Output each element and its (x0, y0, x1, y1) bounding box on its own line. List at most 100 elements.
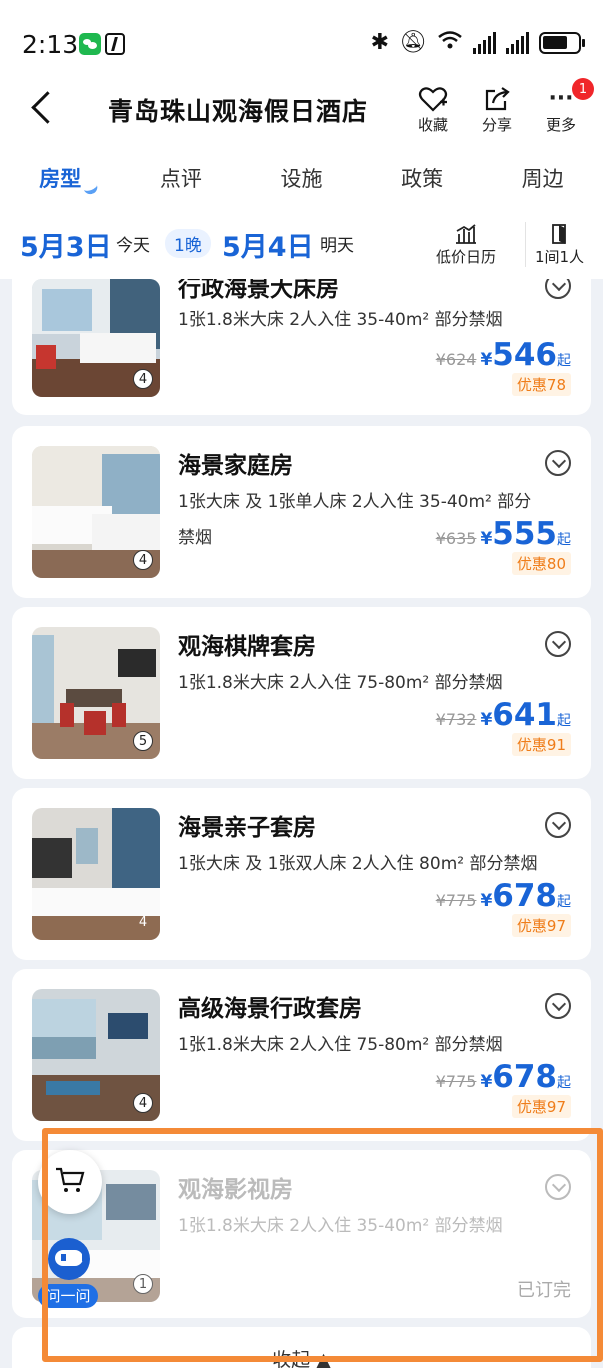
price-unit: 起 (557, 713, 571, 729)
price-unit: 起 (557, 353, 571, 369)
room-thumbnail[interactable]: 4 (32, 808, 160, 940)
signal-icon-2 (506, 31, 529, 54)
currency: ¥ (480, 350, 493, 370)
price-row: ¥775 ¥ 678 起 (436, 1059, 571, 1095)
price: 555 (492, 516, 557, 552)
header: 青岛珠山观海假日酒店 收藏 分享 ··· 更多 1 (0, 70, 603, 145)
room-card[interactable]: 4 行政海景大床房 1张1.8米大床 2人入住 35-40m² 部分禁烟 ¥62… (12, 279, 591, 415)
checkin-date: 5月3日 (20, 232, 112, 263)
calendar-chart-icon (428, 222, 504, 246)
share-icon (470, 84, 524, 114)
room-thumbnail[interactable]: 5 (32, 627, 160, 759)
price-unit: 起 (557, 894, 571, 910)
nfc-icon (105, 33, 125, 55)
tab-nearby[interactable]: 周边 (482, 145, 603, 207)
price-row: ¥732 ¥ 641 起 (436, 697, 571, 733)
discount-tag: 优惠78 (511, 373, 571, 396)
nights-badge: 1晚 (165, 229, 211, 258)
checkin-day: 今天 (116, 236, 150, 256)
room-card[interactable]: 5 观海棋牌套房 1张1.8米大床 2人入住 75-80m² 部分禁烟 ¥732… (12, 607, 591, 779)
photo-count: 4 (133, 369, 153, 389)
tab-room-types[interactable]: 房型 (0, 145, 121, 207)
room-info: 1张1.8米大床 2人入住 75-80m² 部分禁烟 (178, 673, 503, 693)
checkout-date: 5月4日 (222, 232, 314, 263)
price: 641 (492, 697, 557, 733)
expand-chevron-icon[interactable] (545, 631, 571, 657)
bluetooth-icon: ✱ (370, 29, 390, 55)
tab-policies[interactable]: 政策 (362, 145, 483, 207)
more-label: 更多 (545, 116, 576, 134)
expand-chevron-icon[interactable] (545, 812, 571, 838)
expand-chevron-icon[interactable] (545, 993, 571, 1019)
room-thumbnail[interactable]: 4 (32, 989, 160, 1121)
tab-reviews[interactable]: 点评 (121, 145, 242, 207)
price: 546 (492, 337, 557, 373)
original-price: ¥775 (435, 891, 477, 910)
door-icon (526, 222, 593, 246)
room-thumbnail[interactable]: 4 (32, 446, 160, 578)
price: 678 (492, 1059, 557, 1095)
room-info: 1张1.8米大床 2人入住 75-80m² 部分禁烟 (178, 1035, 503, 1055)
checkout-day: 明天 (320, 236, 354, 256)
photo-count: 4 (133, 550, 153, 570)
room-info: 1张大床 及 1张双人床 2人入住 80m² 部分禁烟 (178, 854, 538, 874)
low-price-calendar-button[interactable]: 低价日历 (428, 222, 504, 267)
currency: ¥ (480, 710, 493, 730)
hotel-title: 青岛珠山观海假日酒店 (108, 97, 369, 126)
price-row: ¥635 ¥ 555 起 (436, 516, 571, 552)
calendar-label: 低价日历 (435, 248, 496, 266)
status-time: 2:13 (22, 30, 79, 59)
discount-tag: 优惠97 (511, 1095, 571, 1118)
signal-icon (473, 31, 496, 54)
room-name: 高级海景行政套房 (178, 996, 362, 1022)
expand-chevron-icon[interactable] (545, 279, 571, 299)
rooms-guests-label: 1间1人 (534, 248, 585, 266)
currency: ¥ (480, 891, 493, 911)
status-icons: ✱ 🔕︎ (370, 29, 585, 55)
notification-badge: 1 (572, 78, 594, 100)
discount-tag: 优惠97 (511, 914, 571, 937)
original-price: ¥775 (435, 1072, 477, 1091)
original-price: ¥732 (435, 710, 477, 729)
currency: ¥ (480, 1072, 493, 1092)
discount-tag: 优惠80 (511, 552, 571, 575)
date-bar[interactable]: 5月3日 今天 1晚 5月4日 明天 低价日历 1间1人 (0, 207, 603, 279)
wechat-icon (79, 33, 101, 55)
more-button[interactable]: ··· 更多 1 (534, 78, 594, 135)
rooms-guests-button[interactable]: 1间1人 (525, 222, 593, 267)
room-name: 海景亲子套房 (178, 815, 316, 841)
price-row: ¥624 ¥ 546 起 (436, 337, 571, 373)
room-info: 1张1.8米大床 2人入住 35-40m² 部分禁烟 (178, 310, 503, 330)
currency: ¥ (480, 529, 493, 549)
room-thumbnail[interactable]: 4 (32, 279, 160, 397)
photo-count: 5 (133, 731, 153, 751)
price-row: ¥775 ¥ 678 起 (436, 878, 571, 914)
favorite-button[interactable]: 收藏 (406, 84, 460, 135)
tab-bar: 房型 点评 设施 政策 周边 (0, 145, 603, 207)
room-name: 海景家庭房 (178, 453, 293, 479)
price: 678 (492, 878, 557, 914)
share-label: 分享 (481, 116, 512, 134)
photo-count: 4 (138, 914, 148, 930)
room-card[interactable]: 4 海景亲子套房 1张大床 及 1张双人床 2人入住 80m² 部分禁烟 ¥77… (12, 788, 591, 960)
original-price: ¥635 (435, 529, 477, 548)
original-price: ¥624 (435, 350, 477, 369)
room-card[interactable]: 4 海景家庭房 1张大床 及 1张单人床 2人入住 35-40m² 部分禁烟 ¥… (12, 426, 591, 598)
discount-tag: 优惠91 (511, 733, 571, 756)
price-unit: 起 (557, 532, 571, 548)
highlight-box (42, 1128, 603, 1362)
battery-icon (539, 31, 585, 54)
wifi-icon (437, 30, 463, 55)
favorite-label: 收藏 (417, 116, 448, 134)
heart-plus-icon (406, 84, 460, 114)
price-unit: 起 (557, 1075, 571, 1091)
back-button[interactable] (28, 92, 56, 122)
tab-facilities[interactable]: 设施 (241, 145, 362, 207)
share-button[interactable]: 分享 (470, 84, 524, 135)
room-name: 行政海景大床房 (178, 279, 339, 302)
expand-chevron-icon[interactable] (545, 450, 571, 476)
room-card[interactable]: 4 高级海景行政套房 1张1.8米大床 2人入住 75-80m² 部分禁烟 ¥7… (12, 969, 591, 1141)
room-name: 观海棋牌套房 (178, 634, 316, 660)
mute-icon: 🔕︎ (399, 29, 427, 55)
photo-count: 4 (133, 1093, 153, 1113)
